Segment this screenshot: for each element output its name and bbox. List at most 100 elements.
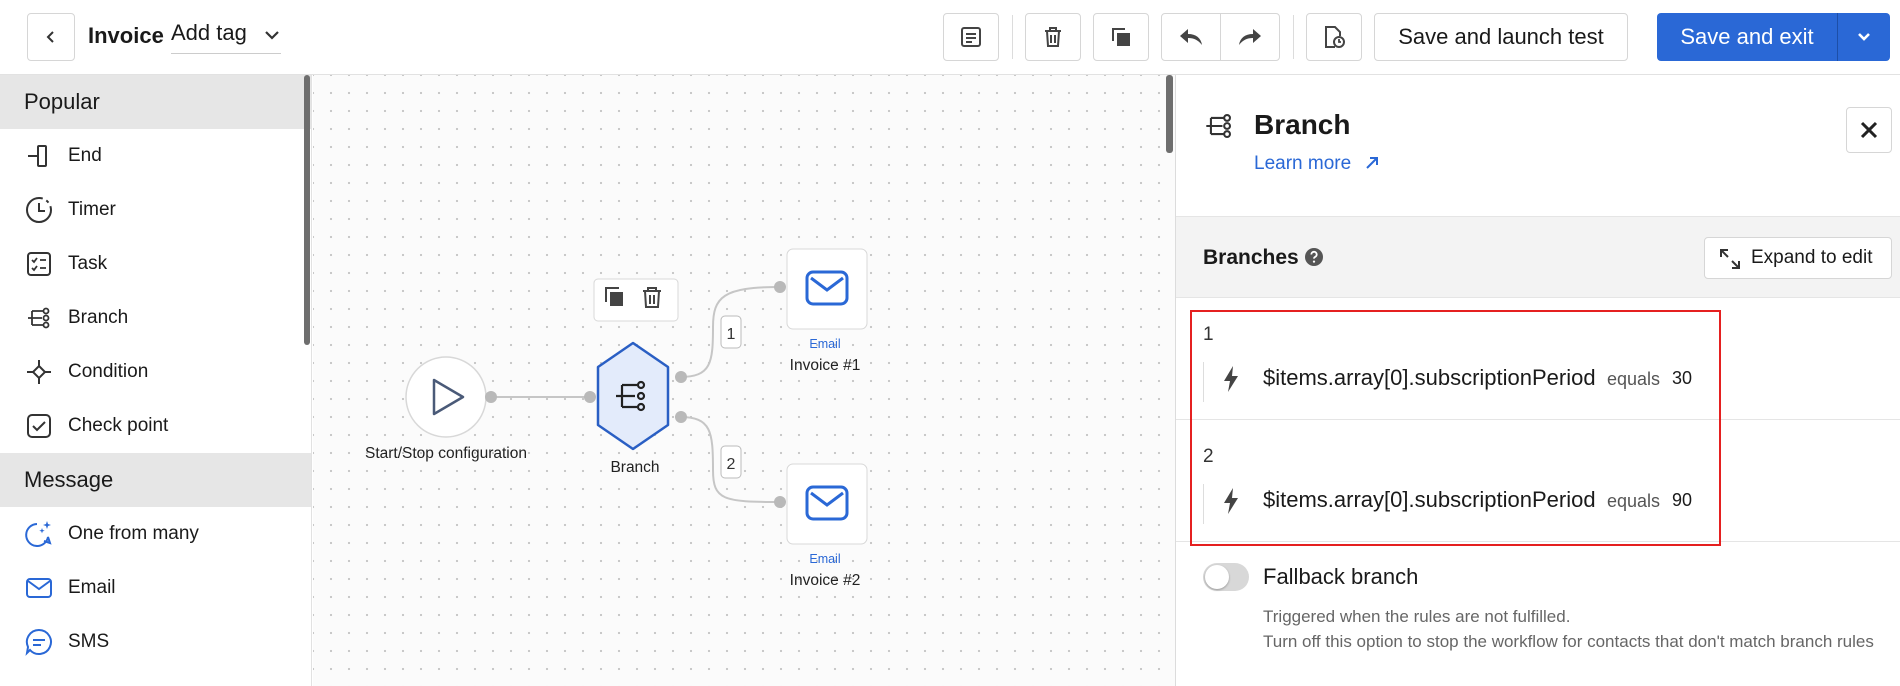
file-history-icon bbox=[1325, 26, 1345, 48]
email-node-1[interactable] bbox=[786, 248, 868, 330]
condition-icon bbox=[24, 357, 54, 387]
sidebar-item-branch[interactable]: Branch bbox=[0, 291, 311, 345]
rule-operator: equals bbox=[1607, 491, 1661, 511]
canvas-scrollbar[interactable] bbox=[1166, 75, 1173, 153]
end-icon bbox=[24, 141, 54, 171]
add-tag-label: Add tag bbox=[171, 20, 247, 45]
lightning-icon bbox=[1224, 488, 1238, 514]
panel-header: Branch Learn more bbox=[1176, 75, 1900, 216]
toolbar-divider bbox=[1012, 15, 1013, 59]
fallback-branch-title: Fallback branch bbox=[1263, 564, 1419, 589]
sidebar-item-timer[interactable]: Timer bbox=[0, 183, 311, 237]
sidebar-item-sms[interactable]: SMS bbox=[0, 615, 311, 669]
sidebar-item-label: Branch bbox=[68, 307, 129, 328]
save-and-exit-button[interactable]: Save and exit bbox=[1657, 13, 1890, 61]
workflow-title: Invoice bbox=[88, 23, 164, 48]
save-options-dropdown[interactable] bbox=[1838, 13, 1890, 61]
sidebar-item-condition[interactable]: Condition bbox=[0, 345, 311, 399]
duplicate-button[interactable] bbox=[1093, 13, 1149, 61]
branch-icon bbox=[24, 303, 54, 333]
expand-to-edit-button[interactable]: Expand to edit bbox=[1704, 237, 1892, 279]
fallback-description-line: Turn off this option to stop the workflo… bbox=[1263, 632, 1874, 651]
delete-button[interactable] bbox=[1025, 13, 1081, 61]
workflow-diagram: 1 2 Start/Stop configuration Branch Emai… bbox=[365, 248, 868, 589]
sidebar-item-label: Task bbox=[68, 253, 108, 274]
panel-title: Branch bbox=[1254, 109, 1351, 140]
sidebar-item-label: Condition bbox=[68, 361, 149, 382]
chevron-down-icon bbox=[265, 31, 279, 40]
redo-icon bbox=[1239, 29, 1261, 45]
save-and-launch-test-button[interactable]: Save and launch test bbox=[1374, 13, 1628, 61]
rule-value: 30 bbox=[1672, 368, 1693, 388]
learn-more-link[interactable]: Learn more bbox=[1254, 153, 1380, 175]
rule-operator: equals bbox=[1607, 369, 1661, 389]
port-dot bbox=[584, 391, 596, 403]
sidebar-item-email[interactable]: Email bbox=[0, 561, 311, 615]
sidebar-item-label: One from many bbox=[68, 523, 199, 544]
port-dot bbox=[675, 371, 687, 383]
notes-button[interactable] bbox=[943, 13, 999, 61]
expand-icon bbox=[1720, 249, 1740, 269]
email-node-1-name: Invoice #1 bbox=[790, 357, 861, 374]
branch-rule[interactable]: 1 $items.array[0].subscriptionPeriod equ… bbox=[1176, 298, 1900, 420]
help-icon[interactable] bbox=[1304, 247, 1324, 267]
task-icon bbox=[24, 249, 54, 279]
sidebar-item-label: End bbox=[68, 145, 102, 166]
timer-icon bbox=[24, 195, 54, 225]
rule-value: 90 bbox=[1672, 490, 1693, 510]
save-and-exit-label[interactable]: Save and exit bbox=[1657, 13, 1837, 61]
add-tag-dropdown[interactable]: Add tag bbox=[171, 20, 281, 54]
top-bar: Invoice Add tag Save and launch test Sav… bbox=[0, 0, 1900, 75]
branch-settings-panel: Branch Learn more Branches Expand to edi… bbox=[1175, 75, 1900, 686]
start-node-label: Start/Stop configuration bbox=[365, 445, 527, 462]
email-node-2-name: Invoice #2 bbox=[790, 572, 861, 589]
sidebar-item-task[interactable]: Task bbox=[0, 237, 311, 291]
history-button[interactable] bbox=[1306, 13, 1362, 61]
close-panel-button[interactable] bbox=[1846, 107, 1892, 153]
close-icon bbox=[1860, 121, 1878, 139]
section-header-popular: Popular bbox=[0, 75, 311, 129]
lightning-icon bbox=[1224, 366, 1238, 392]
sidebar-item-one-from-many[interactable]: One from many bbox=[0, 507, 311, 561]
sidebar-item-label: Timer bbox=[68, 199, 116, 220]
undo-icon bbox=[1180, 29, 1202, 45]
sidebar-item-end[interactable]: End bbox=[0, 129, 311, 183]
port-dot bbox=[774, 496, 786, 508]
workflow-canvas[interactable]: 1 2 Start/Stop configuration Branch Emai… bbox=[313, 75, 1175, 686]
email-node-1-type: Email bbox=[809, 337, 840, 351]
undo-button[interactable] bbox=[1161, 13, 1221, 61]
start-node[interactable] bbox=[405, 356, 487, 438]
external-link-icon bbox=[1366, 157, 1379, 169]
notes-icon bbox=[961, 27, 981, 47]
fallback-description-line: Triggered when the rules are not fulfill… bbox=[1263, 607, 1571, 626]
one-from-many-icon bbox=[24, 519, 54, 549]
copy-icon bbox=[1112, 28, 1130, 46]
learn-more-label: Learn more bbox=[1254, 153, 1352, 174]
sidebar: Popular End Timer Task Branch Condition … bbox=[0, 75, 312, 686]
rule-indent-line bbox=[1203, 484, 1204, 524]
fallback-branch-toggle[interactable] bbox=[1203, 563, 1249, 591]
fallback-branch-section: Fallback branch Triggered when the rules… bbox=[1176, 542, 1900, 682]
port-dot bbox=[774, 281, 786, 293]
toolbar-divider bbox=[1293, 15, 1294, 59]
branch-node-label: Branch bbox=[610, 459, 659, 476]
branch-node[interactable] bbox=[596, 341, 670, 451]
branches-title: Branches bbox=[1203, 246, 1299, 269]
branch-icon bbox=[1206, 114, 1231, 138]
rule-field-path: $items.array[0].subscriptionPeriod bbox=[1263, 487, 1596, 512]
port-dot bbox=[675, 411, 687, 423]
rule-indent-line bbox=[1203, 362, 1204, 402]
branches-header: Branches Expand to edit bbox=[1176, 216, 1900, 298]
chevron-left-icon bbox=[46, 31, 54, 43]
sidebar-item-check-point[interactable]: Check point bbox=[0, 399, 311, 453]
check-point-icon bbox=[24, 411, 54, 441]
expand-to-edit-label: Expand to edit bbox=[1751, 247, 1873, 268]
email-node-2[interactable] bbox=[786, 463, 868, 545]
redo-button[interactable] bbox=[1220, 13, 1280, 61]
back-button[interactable] bbox=[27, 13, 75, 61]
sidebar-scrollbar[interactable] bbox=[304, 75, 310, 345]
branch-rule[interactable]: 2 $items.array[0].subscriptionPeriod equ… bbox=[1176, 420, 1900, 542]
port-dot bbox=[485, 391, 497, 403]
trash-icon bbox=[1045, 27, 1061, 47]
email-node-2-type: Email bbox=[809, 552, 840, 566]
